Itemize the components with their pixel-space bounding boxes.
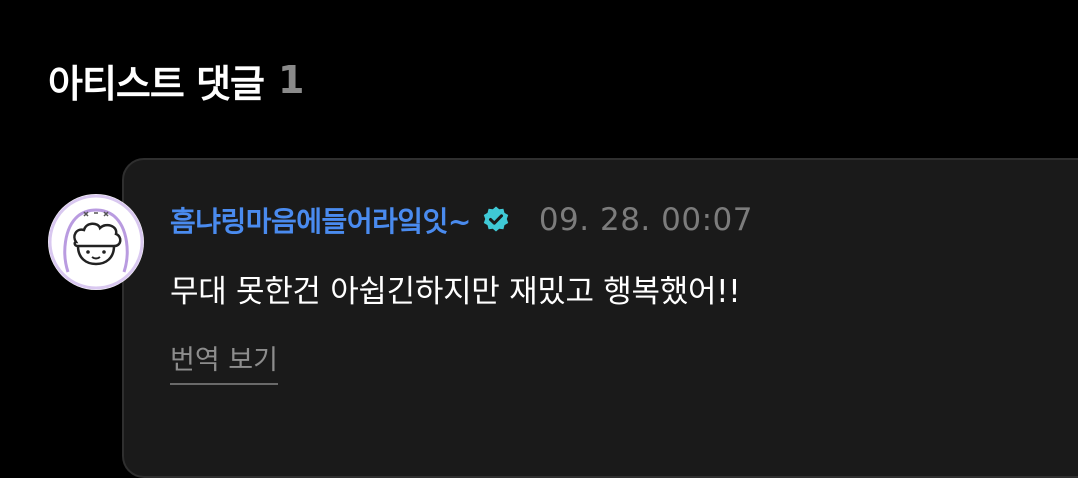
author-name[interactable]: 흠냐링마음에들어라잌잇~	[170, 200, 471, 240]
section-header: 아티스트 댓글 1	[48, 52, 304, 108]
comment-meta: 흠냐링마음에들어라잌잇~ 09. 28. 00:07	[170, 196, 753, 244]
avatar-drawing-icon	[48, 194, 144, 290]
section-title: 아티스트 댓글	[48, 61, 265, 106]
comment-count: 1	[278, 58, 304, 102]
comment-timestamp: 09. 28. 00:07	[538, 202, 753, 238]
avatar[interactable]	[48, 194, 144, 290]
verified-badge-icon	[481, 205, 511, 235]
comment-text: 무대 못한건 아쉽긴하지만 재밌고 행복했어!!	[170, 274, 741, 310]
translate-link[interactable]: 번역 보기	[170, 338, 278, 385]
